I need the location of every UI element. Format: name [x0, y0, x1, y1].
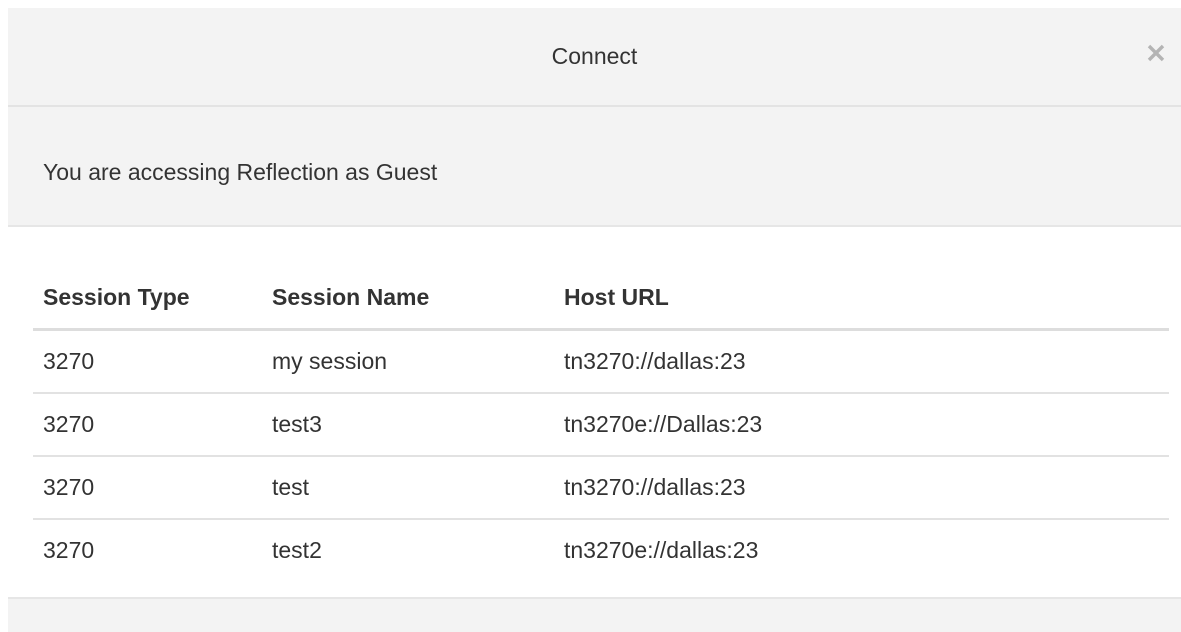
- table-row[interactable]: 3270 test3 tn3270e://Dallas:23: [33, 393, 1169, 457]
- session-name-cell: my session: [262, 329, 554, 394]
- column-header-host-url: Host URL: [554, 267, 1169, 331]
- column-header-session-name: Session Name: [262, 267, 554, 331]
- host-url-cell: tn3270://dallas:23: [554, 329, 1169, 394]
- session-name-cell: test3: [262, 393, 554, 457]
- host-url-cell: tn3270e://Dallas:23: [554, 393, 1169, 457]
- host-url-cell: tn3270e://dallas:23: [564, 537, 759, 563]
- table-row[interactable]: 3270 test2 tn3270e://dallas:23: [33, 519, 1169, 581]
- dialog-footer: [8, 597, 1181, 632]
- column-header-session-type: Session Type: [33, 267, 262, 331]
- table-header-row: Session Type Session Name Host URL: [33, 267, 1169, 331]
- session-type-cell: 3270: [33, 393, 262, 457]
- host-url-cell: tn3270://dallas:23: [554, 456, 1169, 520]
- close-button[interactable]: [1141, 38, 1171, 68]
- close-icon: [1147, 44, 1165, 62]
- session-name-cell: test2: [272, 537, 322, 563]
- table-row[interactable]: 3270 test tn3270://dallas:23: [33, 456, 1169, 520]
- table-row[interactable]: 3270 my session tn3270://dallas:23: [33, 329, 1169, 394]
- session-name-cell: test: [262, 456, 554, 520]
- session-type-cell: 3270: [43, 537, 95, 563]
- dialog-title: Connect: [551, 43, 638, 69]
- connect-dialog: Connect You are accessing Reflection as …: [0, 0, 1181, 632]
- session-type-cell: 3270: [33, 329, 262, 394]
- sessions-table: Session Type Session Name Host URL 3270 …: [33, 267, 1169, 581]
- info-bar: You are accessing Reflection as Guest: [8, 107, 1181, 227]
- session-type-cell: 3270: [33, 456, 262, 520]
- access-message: You are accessing Reflection as Guest: [43, 159, 438, 185]
- dialog-header: Connect: [8, 8, 1181, 107]
